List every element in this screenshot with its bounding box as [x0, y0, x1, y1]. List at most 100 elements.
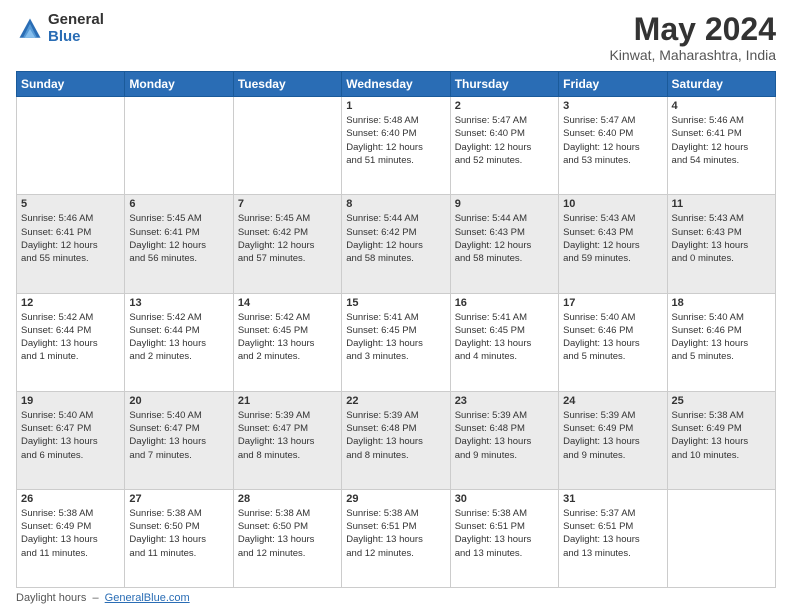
day-number: 1	[346, 100, 445, 112]
calendar-week-row: 1Sunrise: 5:48 AM Sunset: 6:40 PM Daylig…	[17, 97, 776, 195]
day-info: Sunrise: 5:40 AM Sunset: 6:47 PM Dayligh…	[129, 409, 228, 462]
calendar-header-row: Sunday Monday Tuesday Wednesday Thursday…	[17, 72, 776, 97]
day-info: Sunrise: 5:42 AM Sunset: 6:45 PM Dayligh…	[238, 311, 337, 364]
logo: General Blue	[16, 12, 104, 45]
day-number: 9	[455, 198, 554, 210]
logo-text: General Blue	[48, 12, 104, 45]
col-friday: Friday	[559, 72, 667, 97]
day-info: Sunrise: 5:38 AM Sunset: 6:51 PM Dayligh…	[346, 507, 445, 560]
table-row: 17Sunrise: 5:40 AM Sunset: 6:46 PM Dayli…	[559, 293, 667, 391]
day-info: Sunrise: 5:39 AM Sunset: 6:48 PM Dayligh…	[455, 409, 554, 462]
day-number: 20	[129, 395, 228, 407]
table-row: 23 Sunrise: 5:39 AM Sunset: 6:48 PM Dayli…	[450, 391, 558, 489]
col-monday: Monday	[125, 72, 233, 97]
table-row: 25 Sunrise: 5:38 AM Sunset: 6:49 PM Dayli…	[667, 391, 775, 489]
day-number: 11	[672, 198, 771, 210]
table-row: 22 Sunrise: 5:39 AM Sunset: 6:48 PM Dayli…	[342, 391, 450, 489]
table-row	[17, 97, 125, 195]
day-info: Sunrise: 5:39 AM Sunset: 6:49 PM Dayligh…	[563, 409, 662, 462]
day-info: Sunrise: 5:42 AM Sunset: 6:44 PM Dayligh…	[21, 311, 120, 364]
site-link[interactable]: GeneralBlue.com	[105, 592, 190, 604]
table-row: 12 Sunrise: 5:42 AM Sunset: 6:44 PM Dayli…	[17, 293, 125, 391]
table-row: 9 Sunrise: 5:44 AM Sunset: 6:43 PM Daylig…	[450, 195, 558, 293]
table-row: 3 Sunrise: 5:47 AM Sunset: 6:40 PM Daylig…	[559, 97, 667, 195]
table-row: 5Sunrise: 5:46 AM Sunset: 6:41 PM Daylig…	[17, 195, 125, 293]
footer: Daylight hours – GeneralBlue.com	[16, 592, 776, 604]
day-info: Sunrise: 5:42 AM Sunset: 6:44 PM Dayligh…	[129, 311, 228, 364]
table-row: 30 Sunrise: 5:38 AM Sunset: 6:51 PM Dayli…	[450, 489, 558, 587]
logo-icon	[16, 15, 44, 43]
day-info: Sunrise: 5:43 AM Sunset: 6:43 PM Dayligh…	[563, 212, 662, 265]
day-info: Sunrise: 5:45 AM Sunset: 6:41 PM Dayligh…	[129, 212, 228, 265]
day-info: Sunrise: 5:38 AM Sunset: 6:49 PM Dayligh…	[21, 507, 120, 560]
day-number: 18	[672, 297, 771, 309]
title-block: May 2024 Kinwat, Maharashtra, India	[609, 12, 776, 63]
col-saturday: Saturday	[667, 72, 775, 97]
day-number: 23	[455, 395, 554, 407]
day-number: 3	[563, 100, 662, 112]
day-info: Sunrise: 5:38 AM Sunset: 6:51 PM Dayligh…	[455, 507, 554, 560]
col-thursday: Thursday	[450, 72, 558, 97]
table-row: 28Sunrise: 5:38 AM Sunset: 6:50 PM Dayli…	[233, 489, 341, 587]
day-number: 21	[238, 395, 337, 407]
calendar-week-row: 19 Sunrise: 5:40 AM Sunset: 6:47 PM Dayli…	[17, 391, 776, 489]
day-info: Sunrise: 5:38 AM Sunset: 6:50 PM Dayligh…	[129, 507, 228, 560]
day-number: 10	[563, 198, 662, 210]
table-row: 10 Sunrise: 5:43 AM Sunset: 6:43 PM Dayli…	[559, 195, 667, 293]
day-info: Sunrise: 5:38 AM Sunset: 6:50 PM Dayligh…	[238, 507, 337, 560]
table-row: 19 Sunrise: 5:40 AM Sunset: 6:47 PM Dayli…	[17, 391, 125, 489]
location: Kinwat, Maharashtra, India	[609, 47, 776, 63]
day-number: 2	[455, 100, 554, 112]
day-info: Sunrise: 5:40 AM Sunset: 6:47 PM Dayligh…	[21, 409, 120, 462]
day-number: 27	[129, 493, 228, 505]
col-tuesday: Tuesday	[233, 72, 341, 97]
day-number: 8	[346, 198, 445, 210]
calendar-week-row: 5Sunrise: 5:46 AM Sunset: 6:41 PM Daylig…	[17, 195, 776, 293]
day-number: 17	[563, 297, 662, 309]
table-row: 11 Sunrise: 5:43 AM Sunset: 6:43 PM Dayli…	[667, 195, 775, 293]
day-info: Sunrise: 5:41 AM Sunset: 6:45 PM Dayligh…	[346, 311, 445, 364]
day-number: 30	[455, 493, 554, 505]
day-info: Sunrise: 5:40 AM Sunset: 6:46 PM Dayligh…	[672, 311, 771, 364]
day-info: Sunrise: 5:38 AM Sunset: 6:49 PM Dayligh…	[672, 409, 771, 462]
table-row: 2 Sunrise: 5:47 AM Sunset: 6:40 PM Daylig…	[450, 97, 558, 195]
day-info: Sunrise: 5:39 AM Sunset: 6:47 PM Dayligh…	[238, 409, 337, 462]
day-number: 14	[238, 297, 337, 309]
table-row: 15Sunrise: 5:41 AM Sunset: 6:45 PM Dayli…	[342, 293, 450, 391]
page: General Blue May 2024 Kinwat, Maharashtr…	[0, 0, 792, 612]
day-number: 29	[346, 493, 445, 505]
day-number: 4	[672, 100, 771, 112]
daylight-label: Daylight hours	[16, 592, 86, 604]
day-info: Sunrise: 5:47 AM Sunset: 6:40 PM Dayligh…	[563, 114, 662, 167]
table-row: 13Sunrise: 5:42 AM Sunset: 6:44 PM Dayli…	[125, 293, 233, 391]
day-number: 26	[21, 493, 120, 505]
day-info: Sunrise: 5:37 AM Sunset: 6:51 PM Dayligh…	[563, 507, 662, 560]
table-row: 27 Sunrise: 5:38 AM Sunset: 6:50 PM Dayli…	[125, 489, 233, 587]
table-row: 21 Sunrise: 5:39 AM Sunset: 6:47 PM Dayli…	[233, 391, 341, 489]
table-row: 31Sunrise: 5:37 AM Sunset: 6:51 PM Dayli…	[559, 489, 667, 587]
table-row	[125, 97, 233, 195]
table-row: 7Sunrise: 5:45 AM Sunset: 6:42 PM Daylig…	[233, 195, 341, 293]
table-row	[233, 97, 341, 195]
day-info: Sunrise: 5:39 AM Sunset: 6:48 PM Dayligh…	[346, 409, 445, 462]
day-info: Sunrise: 5:44 AM Sunset: 6:43 PM Dayligh…	[455, 212, 554, 265]
day-info: Sunrise: 5:47 AM Sunset: 6:40 PM Dayligh…	[455, 114, 554, 167]
table-row	[667, 489, 775, 587]
day-info: Sunrise: 5:44 AM Sunset: 6:42 PM Dayligh…	[346, 212, 445, 265]
table-row: 1Sunrise: 5:48 AM Sunset: 6:40 PM Daylig…	[342, 97, 450, 195]
table-row: 24Sunrise: 5:39 AM Sunset: 6:49 PM Dayli…	[559, 391, 667, 489]
day-number: 12	[21, 297, 120, 309]
col-sunday: Sunday	[17, 72, 125, 97]
table-row: 8 Sunrise: 5:44 AM Sunset: 6:42 PM Daylig…	[342, 195, 450, 293]
header: General Blue May 2024 Kinwat, Maharashtr…	[16, 12, 776, 63]
day-info: Sunrise: 5:46 AM Sunset: 6:41 PM Dayligh…	[21, 212, 120, 265]
day-number: 25	[672, 395, 771, 407]
table-row: 26 Sunrise: 5:38 AM Sunset: 6:49 PM Dayli…	[17, 489, 125, 587]
month-title: May 2024	[609, 12, 776, 47]
day-number: 22	[346, 395, 445, 407]
day-info: Sunrise: 5:45 AM Sunset: 6:42 PM Dayligh…	[238, 212, 337, 265]
day-number: 19	[21, 395, 120, 407]
table-row: 18 Sunrise: 5:40 AM Sunset: 6:46 PM Dayli…	[667, 293, 775, 391]
day-info: Sunrise: 5:43 AM Sunset: 6:43 PM Dayligh…	[672, 212, 771, 265]
table-row: 6Sunrise: 5:45 AM Sunset: 6:41 PM Daylig…	[125, 195, 233, 293]
